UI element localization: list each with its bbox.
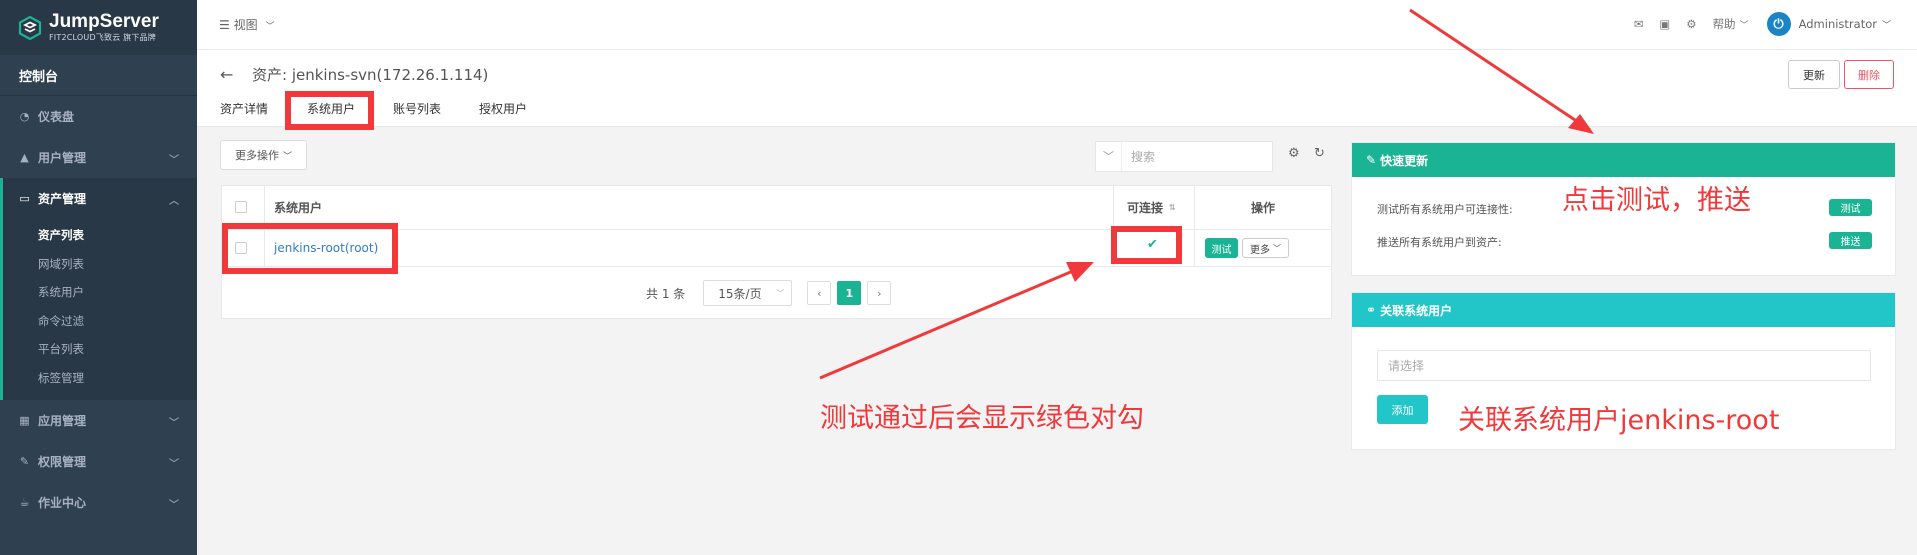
annotation-relate-user: 关联系统用户jenkins-root — [1458, 405, 1780, 436]
annotation-arrows — [819, 8, 1594, 380]
annotation-green-check: 测试通过后会显示绿色对勾 — [820, 403, 1144, 434]
annotation-click-test: 点击测试，推送 — [1562, 185, 1751, 216]
arrow-to-quick-update — [1409, 8, 1591, 132]
arrow-to-green-check — [819, 266, 1081, 380]
